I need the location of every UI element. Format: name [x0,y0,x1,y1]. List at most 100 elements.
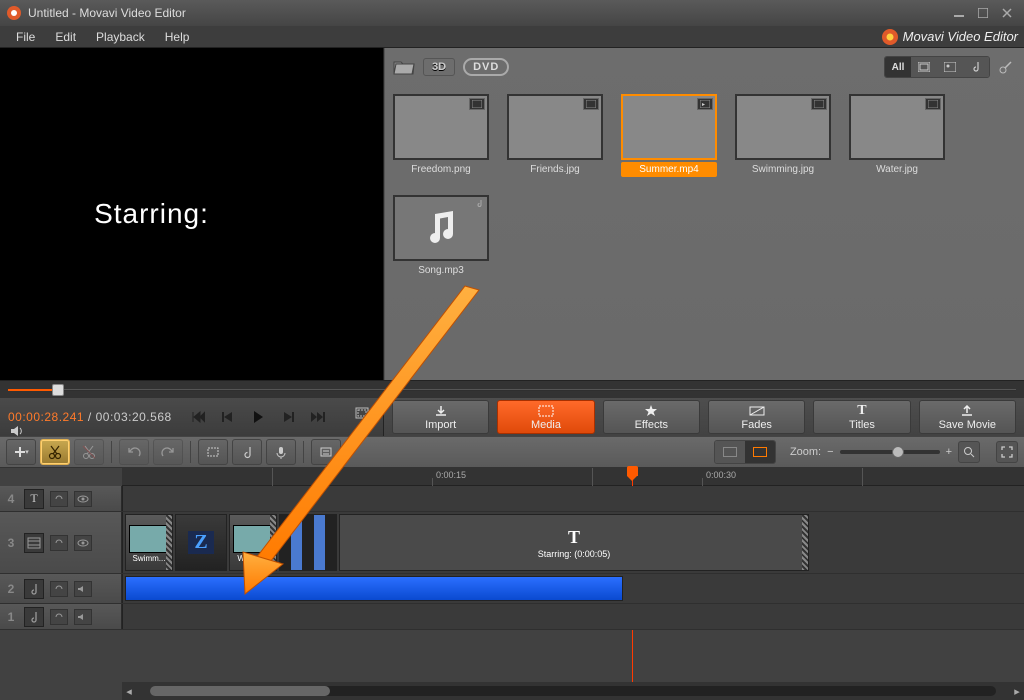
volume-button[interactable] [8,421,28,441]
main-tabs: Import Media Effects Fades T Titles Save… [384,398,1024,436]
thumb-water[interactable]: Water.jpg [849,94,945,177]
tab-import[interactable]: Import [392,400,489,434]
tab-effects[interactable]: Effects [603,400,700,434]
effects-icon [644,404,658,418]
timeline-ruler[interactable]: 0:00:15 0:00:30 [122,468,1024,486]
svg-text:▸: ▸ [702,102,705,108]
zoom-fit-button[interactable] [958,441,980,463]
track2-mute-toggle[interactable] [74,581,92,597]
track1-mute-toggle[interactable] [74,609,92,625]
3d-button[interactable]: 3D [423,58,455,76]
next-clip-button[interactable] [308,407,328,427]
split-button[interactable] [40,439,70,465]
track-1: 1 [0,604,1024,630]
track4-link-toggle[interactable] [50,491,68,507]
track4-visible-toggle[interactable] [74,491,92,507]
scroll-right[interactable]: ▸ [1010,685,1024,698]
properties-button[interactable] [311,439,341,465]
expand-button[interactable] [996,441,1018,463]
timeline-scrollbar[interactable]: ◂ ▸ [122,682,1024,700]
top-area: Starring: 3D DVD All Freedom. [0,48,1024,380]
preview-scrubber[interactable] [0,380,1024,398]
split-remove-button[interactable] [74,439,104,465]
zoom-label: Zoom: [790,446,821,458]
scroll-left[interactable]: ◂ [122,685,136,698]
transport-controls: 00:00:28.241 / 00:03:20.568 [0,398,384,436]
tab-media[interactable]: Media [497,400,594,434]
music-note-icon [421,208,461,248]
media-thumbnails: Freedom.png Friends.jpg ▸ Summer.mp4 Swi… [393,86,1016,278]
menu-playback[interactable]: Playback [86,27,155,47]
step-fwd-button[interactable] [278,407,298,427]
tracks: 4 T 3 Swimm... Z Water.j... [0,486,1024,682]
close-button[interactable] [996,5,1018,21]
zoom-out-button[interactable]: − [827,446,833,458]
track-4: 4 T [0,486,1024,512]
audio-track-icon [24,579,44,599]
view-toggle: All [884,56,990,78]
fullscreen-button[interactable] [355,407,375,427]
clip-swimming[interactable]: Swimm... [125,514,173,571]
scroll-thumb[interactable] [150,686,330,696]
clip-transition-z[interactable]: Z [175,514,227,571]
import-icon [434,404,448,418]
window-title: Untitled - Movavi Video Editor [28,6,946,20]
timecode: 00:00:28.241 / 00:03:20.568 [8,410,172,424]
view-video-button[interactable] [911,57,937,77]
track1-link-toggle[interactable] [50,609,68,625]
clip-audio-song[interactable] [125,576,623,601]
media-icon [538,404,554,418]
timeline: 0:00:15 0:00:30 4 T 3 [0,468,1024,700]
thumb-freedom[interactable]: Freedom.png [393,94,489,177]
timeline-view-toggle [714,440,776,464]
clip-title-starring[interactable]: T Starring: (0:00:05) [339,514,809,571]
track3-link-toggle[interactable] [50,535,68,551]
fades-icon [749,404,765,418]
clip-water[interactable]: Water.j... [229,514,277,571]
step-back-button[interactable] [218,407,238,427]
prev-clip-button[interactable] [188,407,208,427]
thumb-swimming[interactable]: Swimming.jpg [735,94,831,177]
controls-row: 00:00:28.241 / 00:03:20.568 Import Media… [0,398,1024,436]
view-image-button[interactable] [937,57,963,77]
menu-help[interactable]: Help [155,27,200,47]
crop-button[interactable] [198,439,228,465]
open-folder-button[interactable] [393,57,415,77]
redo-button[interactable] [153,439,183,465]
track-2: 2 [0,574,1024,604]
menu-edit[interactable]: Edit [45,27,86,47]
view-audio-button[interactable] [963,57,989,77]
scrubber-handle[interactable] [52,384,64,396]
media-panel: 3D DVD All Freedom.png Friends.jpg [384,48,1024,380]
titles-icon: T [857,404,866,418]
audio-edit-button[interactable] [232,439,262,465]
track-3: 3 Swimm... Z Water.j... T [0,512,1024,574]
timeline-view-b[interactable] [745,441,775,463]
play-button[interactable] [248,407,268,427]
tab-save-movie[interactable]: Save Movie [919,400,1016,434]
minimize-button[interactable] [948,5,970,21]
tab-titles[interactable]: T Titles [813,400,910,434]
tab-fades[interactable]: Fades [708,400,805,434]
zoom-slider[interactable] [840,450,940,454]
track3-visible-toggle[interactable] [74,535,92,551]
add-track-button[interactable]: ▾ [6,439,36,465]
maximize-button[interactable] [972,5,994,21]
zoom-in-button[interactable]: + [946,446,952,458]
thumb-summer[interactable]: ▸ Summer.mp4 [621,94,717,177]
timeline-view-a[interactable] [715,441,745,463]
undo-button[interactable] [119,439,149,465]
thumb-song[interactable]: Song.mp3 [393,195,489,278]
menu-file[interactable]: File [6,27,45,47]
clip-transition-wipe[interactable] [279,514,337,571]
thumb-friends[interactable]: Friends.jpg [507,94,603,177]
dvd-button[interactable]: DVD [463,58,509,76]
record-button[interactable] [266,439,296,465]
menu-bar: File Edit Playback Help Movavi Video Edi… [0,26,1024,48]
track2-link-toggle[interactable] [50,581,68,597]
zoom-knob[interactable] [892,446,904,458]
timeline-toolbar: ▾ Zoom: − + [0,436,1024,468]
video-track-icon [24,533,44,553]
settings-icon[interactable] [996,57,1016,77]
view-all-button[interactable]: All [885,57,911,77]
